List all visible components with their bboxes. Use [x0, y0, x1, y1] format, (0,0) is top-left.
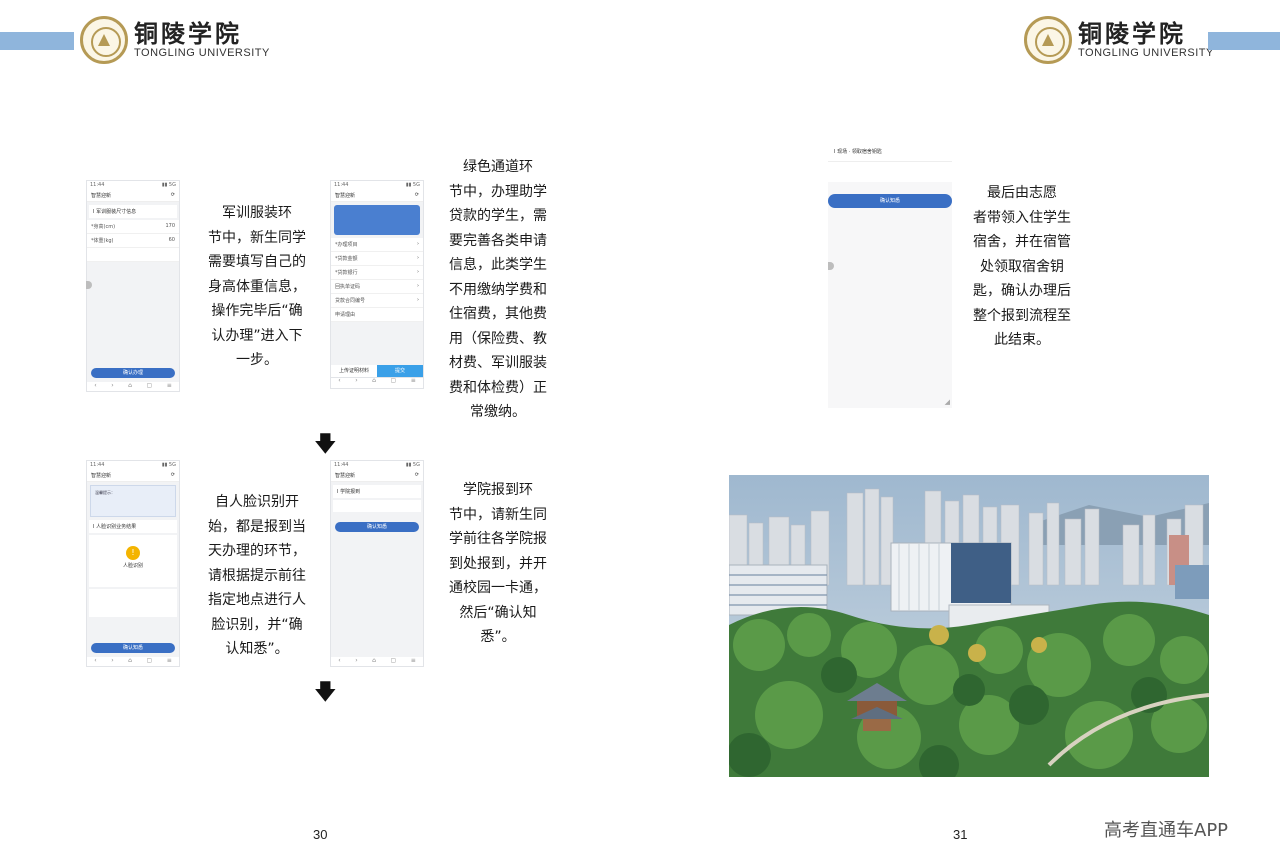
caption-uniform: 军训服装环 节中，新生同学 需要填写自己的 身高体重信息， 操作完毕后“确 认办… [208, 205, 306, 368]
logo-right: 铜陵学院 TONGLING UNIVERSITY [1024, 16, 1214, 64]
face-result-card: ! 人脸识别 [89, 535, 177, 587]
notice-banner [334, 205, 420, 235]
phone-screenshot-dorm-key: Ⅰ 现场 · 领取宿舍钥匙 确认知悉 ◢ [828, 142, 952, 408]
page-number-left: 30 [313, 827, 328, 842]
caption-college-checkin: 学院报到环 节中，请新生同 学前往各学院报 到处报到，并开 通校园一卡通， 然后… [449, 482, 547, 645]
confirm-button[interactable]: 确认知悉 [335, 522, 419, 532]
caption-face-recognition: 自人脸识别开 始，都是报到当 天办理的环节， 请根据提示前往 指定地点进行人 脸… [208, 494, 306, 657]
phone-screenshot-uniform: 11:44 ▮▮ 5G 智慧迎新 ⟳ Ⅰ 军训服装尺寸信息 *身高(cm) 170 *… [86, 180, 180, 392]
watermark-text: 高考直通车APP [1104, 820, 1229, 841]
card-title: Ⅰ 学院报到 [333, 485, 421, 498]
logo-chinese-name: 铜陵学院 [134, 19, 242, 48]
card-title: Ⅰ 现场 · 领取宿舍钥匙 [828, 142, 952, 162]
phone-nav-bar: ‹ › ⌂ ▢ ≡ [331, 657, 423, 666]
header-bar-left [0, 32, 74, 50]
logo-english-name: TONGLING UNIVERSITY [134, 47, 270, 59]
resize-handle-icon: ◢ [944, 398, 950, 406]
logo-english-name: TONGLING UNIVERSITY [1078, 47, 1214, 59]
phone-screenshot-green-channel: 11:44 ▮▮ 5G 智慧迎新 ⟳ *办理项目 › *贷款金额 › *贷款银行 › 回执… [330, 180, 424, 378]
upload-button[interactable]: 上传证明材料 [331, 365, 377, 377]
phone-screenshot-college-checkin: 11:44 ▮▮ 5G 智慧迎新 ⟳ Ⅰ 学院报到 确认知悉 ‹ › ⌂ ▢ ≡ [330, 460, 424, 667]
logo-chinese-name: 铜陵学院 [1078, 19, 1186, 48]
confirm-button[interactable]: 确认知悉 [91, 643, 175, 653]
phone-screenshot-face-recognition: 11:44 ▮▮ 5G 智慧迎新 ⟳ 温馨提示： Ⅰ 人脸识别业务结果 ! 人脸识别… [86, 460, 180, 667]
page-number-right: 31 [953, 827, 968, 842]
campus-aerial-photo [729, 475, 1209, 777]
caption-dorm-key: 最后由志愿 者带领入住学生 宿舍，并在宿管 处领取宿舍钥 匙，确认办理后 整个报… [973, 185, 1071, 348]
confirm-button[interactable]: 确认知悉 [828, 194, 952, 208]
phone-nav-bar: ‹ › ⌂ ▢ ≡ [87, 382, 179, 391]
warning-icon: ! [126, 546, 140, 560]
down-arrow-icon: 🡇 [314, 680, 337, 705]
card-title: Ⅰ 军训服装尺寸信息 [89, 205, 177, 218]
down-arrow-icon: 🡇 [314, 432, 337, 457]
caption-green-channel: 绿色通道环 节中，办理助学 贷款的学生，需 要完善各类申请 信息，此类学生 不用… [449, 159, 547, 420]
university-seal-icon [80, 16, 128, 64]
logo-left: 铜陵学院 TONGLING UNIVERSITY [80, 16, 270, 64]
card-title: Ⅰ 人脸识别业务结果 [89, 520, 177, 533]
notice-box: 温馨提示： [90, 485, 176, 517]
phone-nav-bar: ‹ › ⌂ ▢ ≡ [87, 657, 179, 666]
header-bar-right [1208, 32, 1280, 50]
university-seal-icon [1024, 16, 1072, 64]
submit-button[interactable]: 提交 [377, 365, 423, 377]
phone-nav-bar: ‹ › ⌂ ▢ ≡ [330, 378, 424, 389]
confirm-button[interactable]: 确认办理 [91, 368, 175, 378]
